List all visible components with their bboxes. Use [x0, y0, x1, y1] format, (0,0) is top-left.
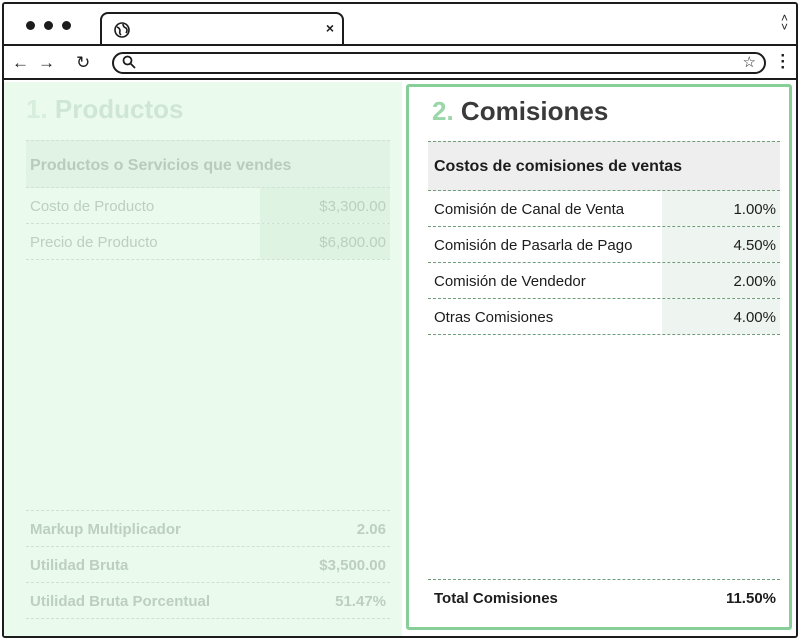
forward-arrow-icon[interactable]: → [38, 53, 55, 73]
table-row: Precio de Producto $6,800.00 [26, 224, 390, 260]
commissions-rows: Comisión de Canal de Venta 1.00% Comisió… [428, 191, 780, 335]
total-label: Total Comisiones [434, 590, 558, 607]
table-row: Markup Multiplicador 2.06 [26, 511, 390, 547]
table-row: Comisión de Vendedor 2.00% [428, 263, 780, 299]
commissions-table-header: Costos de comisiones de ventas [428, 141, 780, 191]
products-rows: Costo de Producto $3,300.00 Precio de Pr… [26, 188, 390, 260]
commissions-total: Total Comisiones 11.50% [428, 579, 780, 616]
summary-value: 51.47% [335, 593, 386, 610]
table-row: Otras Comisiones 4.00% [428, 299, 780, 335]
row-label: Costo de Producto [30, 198, 155, 215]
summary-value: 2.06 [356, 521, 386, 538]
browser-tab[interactable]: × [100, 12, 344, 46]
row-label: Otras Comisiones [434, 309, 554, 326]
commissions-title-text: Comisiones [460, 96, 609, 126]
row-label: Precio de Producto [30, 234, 158, 251]
products-title: 1. Productos [26, 94, 184, 125]
window-dot-2[interactable] [44, 21, 53, 30]
tab-list-chevron-icon[interactable]: ˄ ˅ [781, 12, 788, 33]
row-value-input[interactable]: 4.50% [662, 227, 780, 262]
summary-label: Utilidad Bruta Porcentual [30, 593, 211, 610]
products-step-number: 1. [26, 94, 48, 124]
table-row: Comisión de Pasarla de Pago 4.50% [428, 227, 780, 263]
window-dot-1[interactable] [26, 21, 35, 30]
table-row: Utilidad Bruta $3,500.00 [26, 547, 390, 583]
commissions-panel: 2. Comisiones Costos de comisiones de ve… [406, 84, 792, 630]
products-title-text: Productos [54, 94, 184, 124]
row-value-input[interactable]: 2.00% [662, 263, 780, 298]
search-icon [122, 55, 136, 69]
row-value-input[interactable]: 4.00% [662, 299, 780, 334]
total-value: 11.50% [725, 590, 776, 607]
commissions-step-number: 2. [432, 96, 454, 126]
row-label: Comisión de Canal de Venta [434, 201, 625, 218]
address-bar: ← → ↻ ☆ · · · [4, 44, 796, 80]
products-table-header: Productos o Servicios que vendes [26, 140, 390, 188]
window-dot-3[interactable] [62, 21, 71, 30]
row-label: Comisión de Pasarla de Pago [434, 237, 633, 254]
tab-close-icon[interactable]: × [326, 20, 334, 36]
kebab-menu-icon[interactable]: · · · [780, 47, 786, 76]
row-value-input[interactable]: $3,300.00 [260, 188, 390, 223]
products-summary: Markup Multiplicador 2.06 Utilidad Bruta… [26, 510, 390, 619]
commissions-title: 2. Comisiones [432, 96, 608, 127]
table-row: Utilidad Bruta Porcentual 51.47% [26, 583, 390, 619]
row-value-input[interactable]: 1.00% [662, 191, 780, 226]
table-row: Comisión de Canal de Venta 1.00% [428, 191, 780, 227]
reload-icon[interactable]: ↻ [76, 53, 90, 73]
tab-bar: × ˄ ˅ [4, 4, 796, 46]
summary-label: Utilidad Bruta [30, 557, 129, 574]
products-panel: 1. Productos Productos o Servicios que v… [4, 82, 402, 636]
globe-icon [114, 22, 130, 38]
browser-window: × ˄ ˅ ← → ↻ ☆ · · · 1. Productos Productos … [2, 2, 798, 638]
back-arrow-icon[interactable]: ← [12, 53, 29, 73]
star-icon[interactable]: ☆ [743, 53, 756, 71]
window-controls [26, 21, 71, 30]
row-value-input[interactable]: $6,800.00 [260, 224, 390, 259]
summary-value: $3,500.00 [319, 557, 386, 574]
row-label: Comisión de Vendedor [434, 273, 586, 290]
total-row: Total Comisiones 11.50% [428, 580, 780, 616]
summary-label: Markup Multiplicador [30, 521, 181, 538]
url-input[interactable]: ☆ [112, 52, 766, 74]
table-row: Costo de Producto $3,300.00 [26, 188, 390, 224]
page-content: 1. Productos Productos o Servicios que v… [4, 82, 796, 636]
